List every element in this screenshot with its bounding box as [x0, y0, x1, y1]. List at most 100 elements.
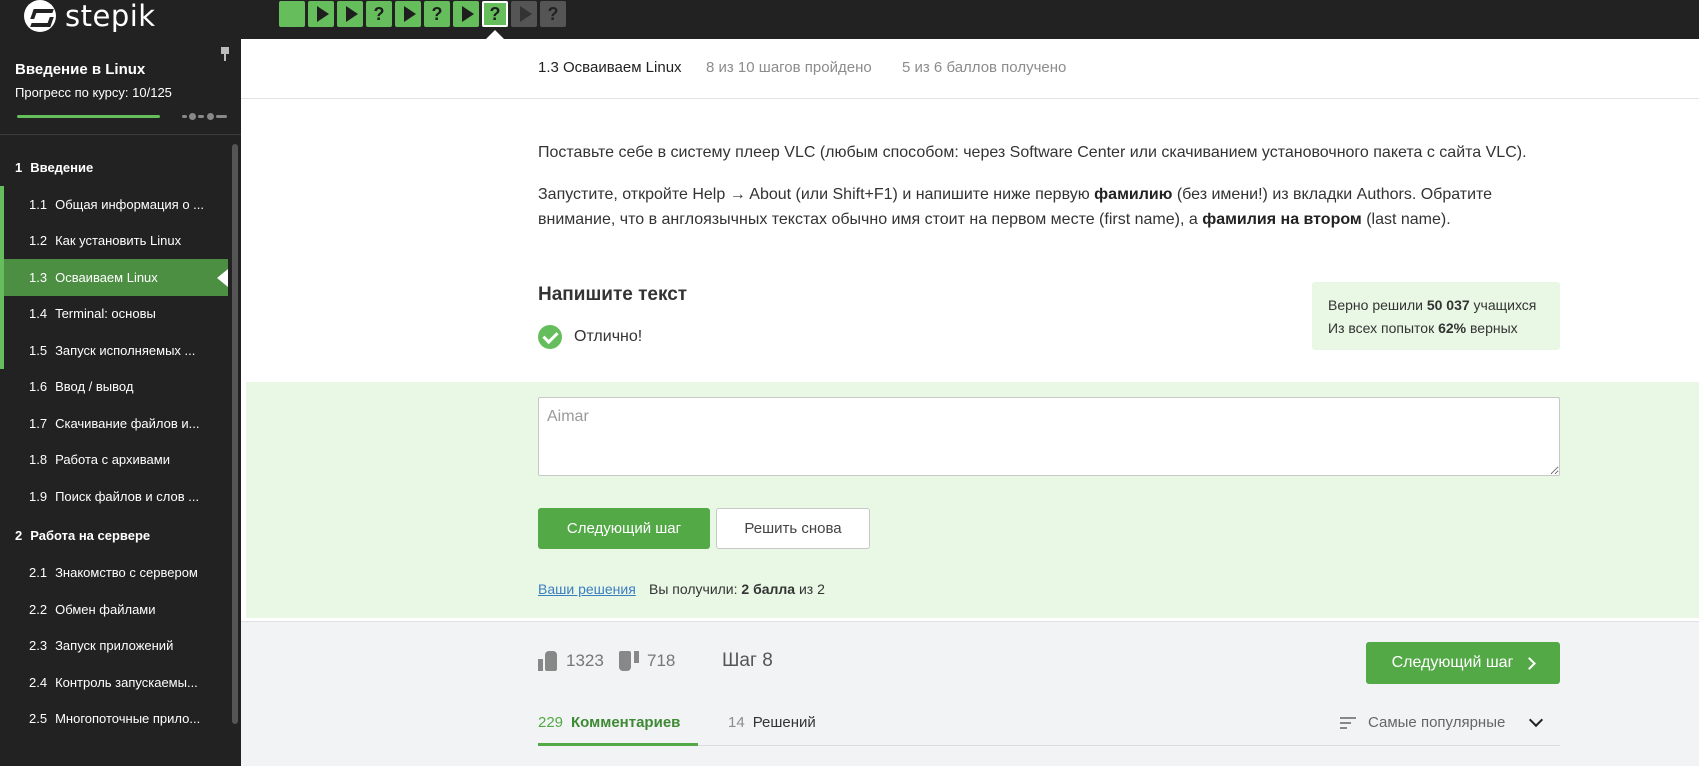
dislike-button[interactable]: 718 [619, 651, 675, 671]
course-sidebar: Введение в Linux Прогресс по курсу: 10/1… [0, 39, 241, 766]
sidebar-item-lesson-2-3[interactable]: 2.3 Запуск приложений [0, 628, 228, 665]
question-icon: ? [547, 3, 559, 24]
sidebar-item-lesson-2-5[interactable]: 2.5 Многопоточные прило... [0, 701, 228, 738]
solve-again-button[interactable]: Решить снова [716, 508, 870, 549]
thumb-down-icon [619, 651, 639, 671]
sidebar-item-lesson-1-8[interactable]: 1.8 Работа с архивами [0, 442, 228, 479]
step-2-play[interactable] [308, 1, 334, 27]
step-7-play[interactable] [453, 1, 479, 27]
next-step-button[interactable]: Следующий шаг [538, 508, 710, 549]
comments-count: 229 [538, 714, 564, 731]
tab-comments[interactable]: 229 Комментариев [538, 714, 699, 746]
step-label: Шаг 8 [722, 650, 773, 671]
stats-text: учащихся [1469, 297, 1537, 313]
play-icon [519, 6, 532, 22]
dislike-count: 718 [647, 651, 676, 670]
stats-text: Верно решили [1328, 297, 1427, 313]
lesson-number: 1.7 [29, 415, 48, 431]
feedback-text: Отлично! [574, 328, 643, 345]
lesson-title: Контроль запускаемы... [55, 674, 198, 690]
answer-input[interactable]: Aimar [538, 397, 1560, 476]
task-paragraph-1: Поставьте себе в систему плеер VLC (любы… [538, 144, 1527, 161]
lesson-title: Многопоточные прило... [55, 711, 201, 727]
lesson-number: 1.8 [29, 452, 48, 468]
chevron-down-icon [1529, 712, 1544, 728]
lesson-title: Скачивание файлов и... [55, 415, 200, 431]
stats-accuracy: Из всех попыток 62% верных [1328, 317, 1544, 340]
module-title: Введение [30, 159, 94, 175]
play-icon [461, 6, 474, 22]
sidebar-item-lesson-1-9[interactable]: 1.9 Поиск файлов и слов ... [0, 478, 228, 515]
your-solutions-link[interactable]: Ваши решения [538, 581, 636, 597]
step-8-question[interactable]: ? [482, 1, 508, 27]
progress-dot [189, 113, 196, 120]
solutions-label: Решений [752, 714, 816, 731]
sort-dropdown[interactable]: Самые популярные [1340, 712, 1544, 731]
lesson-number: 2.4 [29, 674, 48, 690]
pin-icon[interactable] [219, 47, 231, 61]
stepik-logo-icon [24, 0, 56, 32]
step-5-play[interactable] [395, 1, 421, 27]
thumb-up-icon [538, 651, 558, 671]
lesson-number: 1.4 [29, 306, 48, 322]
task-paragraph-2: Запустите, откройте Help → About (или Sh… [538, 182, 1568, 232]
task-text: Запустите, откройте Help → About (или Sh… [538, 186, 1095, 203]
step-9-play[interactable] [511, 1, 537, 27]
quiz-title: Напишите текст [538, 284, 688, 305]
play-icon [403, 6, 416, 22]
module-2[interactable]: 2 Работа на сервере [0, 517, 228, 555]
task-description: Поставьте себе в систему плеер VLC (любы… [538, 140, 1568, 249]
sidebar-item-lesson-1-1[interactable]: 1.1 Общая информация о ... [0, 186, 228, 223]
step-10-question[interactable]: ? [540, 1, 566, 27]
step-6-question[interactable]: ? [424, 1, 450, 27]
lesson-number: 1.6 [29, 379, 48, 395]
sidebar-item-lesson-1-3[interactable]: 1.3 Осваиваем Linux [0, 259, 228, 296]
lesson-title: 1.3 Осваиваем Linux [538, 59, 682, 76]
sort-label: Самые популярные [1368, 714, 1506, 731]
lesson-number: 1.3 [29, 269, 48, 285]
next-step-label: Следующий шаг [1391, 654, 1514, 671]
module-title: Работа на сервере [30, 528, 151, 543]
lesson-title: Как установить Linux [55, 233, 182, 249]
sidebar-item-lesson-1-7[interactable]: 1.7 Скачивание файлов и... [0, 405, 228, 442]
tab-solutions[interactable]: 14 Решений [728, 714, 816, 731]
points-received: 5 из 6 баллов получено [902, 59, 1067, 76]
lesson-title: Знакомство с сервером [55, 565, 198, 581]
quiz-stats: Верно решили 50 037 учащихся Из всех поп… [1312, 282, 1560, 350]
sidebar-item-lesson-2-2[interactable]: 2.2 Обмен файлами [0, 591, 228, 628]
lesson-number: 1.5 [29, 342, 48, 358]
received-text: Вы получили: [649, 581, 742, 597]
question-icon: ? [431, 3, 443, 24]
stats-text: Из всех попыток [1328, 320, 1439, 336]
question-icon: ? [489, 3, 501, 24]
course-title[interactable]: Введение в Linux [15, 61, 145, 78]
course-progress-bar [17, 113, 227, 120]
lesson-number: 1.9 [29, 488, 48, 504]
top-bar: stepik ???? [0, 0, 1699, 39]
module-number: 1 [15, 159, 23, 175]
task-bold: фамилия на втором [1202, 211, 1362, 228]
sidebar-item-lesson-2-1[interactable]: 2.1 Знакомство с сервером [0, 555, 228, 592]
sidebar-item-lesson-1-6[interactable]: 1.6 Ввод / вывод [0, 369, 228, 406]
sidebar-item-lesson-2-4[interactable]: 2.4 Контроль запускаемы... [0, 664, 228, 701]
module-1[interactable]: 1 Введение [0, 148, 228, 186]
sidebar-scrollbar[interactable] [232, 144, 238, 724]
step-4-question[interactable]: ? [366, 1, 392, 27]
comments-label: Комментариев [571, 714, 681, 731]
lesson-title: Обмен файлами [55, 601, 156, 617]
stepik-logo[interactable]: stepik [24, 0, 156, 32]
sidebar-item-lesson-1-2[interactable]: 1.2 Как установить Linux [0, 222, 228, 260]
footer-next-step-button[interactable]: Следующий шаг [1366, 642, 1560, 684]
sidebar-item-lesson-1-4[interactable]: 1.4 Terminal: основы [0, 295, 228, 333]
sidebar-item-lesson-1-5[interactable]: 1.5 Запуск исполняемых ... [0, 332, 228, 369]
lesson-number: 1.2 [29, 233, 48, 249]
play-icon [345, 6, 358, 22]
module-number: 2 [15, 528, 23, 543]
logo-text: stepik [65, 0, 156, 33]
step-1-square[interactable] [279, 1, 305, 27]
like-button[interactable]: 1323 [538, 651, 604, 671]
step-3-play[interactable] [337, 1, 363, 27]
step-navigation: ???? [279, 1, 566, 27]
progress-rest [216, 115, 227, 118]
question-icon: ? [373, 3, 385, 24]
